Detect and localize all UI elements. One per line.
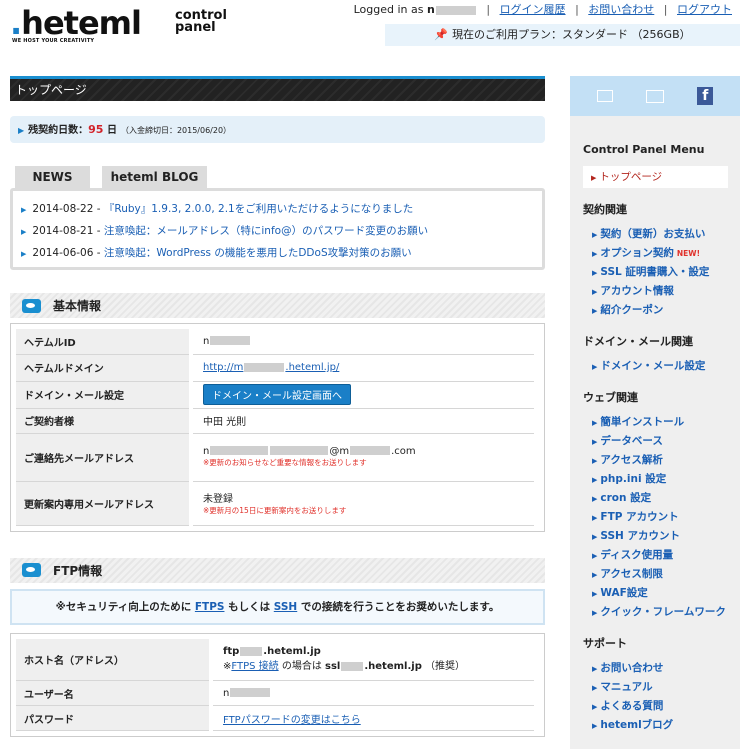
sidebar-item[interactable]: ▶ お問い合わせ [592,659,740,678]
basic-info-table-wrap: ヘテムルID n ヘテムルドメイン http://m .heteml.jp/ ドメイン… [10,323,545,532]
sidebar-item[interactable]: ▶ 簡単インストール [592,413,740,432]
login-history-link[interactable]: ログイン履歴 [500,3,566,16]
sidebar-group-support: サポート ▶ お問い合わせ ▶ マニュアル ▶ よくある質問 ▶ hetemlブログ [570,635,740,735]
news-link[interactable]: 注意喚起：メールアドレス（特にinfo@）のパスワード変更のお願い [104,225,428,237]
logout-link[interactable]: ログアウト [677,3,732,16]
table-row: ホスト名（アドレス） ftp .heteml.jp ※FTPS 接続 の場合は s… [16,638,534,681]
sidebar-item[interactable]: ▶ 契約（更新）お支払い [592,225,740,244]
table-row: ドメイン・メール設定 ドメイン・メール設定画面へ [16,381,534,409]
news-item: ▶ 2014-06-06 - 注意喚起：WordPress の機能を悪用したDDo… [21,247,412,259]
facebook-icon[interactable]: f [697,87,714,105]
ftps-connection-link[interactable]: FTPS 接続 [231,661,278,672]
tab-news[interactable]: NEWS [15,166,90,188]
ftp-password-link[interactable]: FTPパスワードの変更はこちら [223,715,361,726]
sidebar-group-domain-mail: ドメイン・メール関連 ▶ ドメイン・メール設定 [570,333,740,376]
renew-note: ※更新月の15日に更新案内をお送りします [203,505,347,515]
sidebar-item[interactable]: ▶ hetemlブログ [592,716,740,735]
ftp-info-table-wrap: ホスト名（アドレス） ftp .heteml.jp ※FTPS 接続 の場合は s… [10,632,545,737]
plan-banner: 📌 現在のご利用プラン：スタンダード （256GB） [385,24,740,46]
speech-bubble-icon [22,563,41,577]
news-link[interactable]: 『Ruby』1.9.3, 2.0.0, 2.1をご利用いただけるようになりました [104,203,413,215]
tab-heteml-blog[interactable]: heteml BLOG [102,166,207,188]
top-nav: Logged in as n | ログイン履歴 | お問い合わせ | ログアウト [353,3,732,16]
main-content: トップページ ▶ 残契約日数：95 日（入金締切日：2015/06/20） NEW… [10,76,545,737]
ftp-info-table: ホスト名（アドレス） ftp .heteml.jp ※FTPS 接続 の場合は s… [16,638,534,731]
sidebar-item[interactable]: ▶ FTP アカウント [592,508,740,527]
domain-link[interactable]: http://m .heteml.jp/ [203,362,339,373]
sidebar-item[interactable]: ▶ ドメイン・メール設定 [592,357,740,376]
contact-link[interactable]: お問い合わせ [588,3,654,16]
ssh-link[interactable]: SSH [274,601,297,613]
logged-in-user: n [427,3,477,16]
sidebar-item[interactable]: ▶ マニュアル [592,678,740,697]
sidebar-item[interactable]: ▶ ディスク使用量 [592,546,740,565]
sidebar-item-top-page[interactable]: ▶ トップページ [583,166,728,188]
remaining-days-bar: ▶ 残契約日数：95 日（入金締切日：2015/06/20） [10,116,545,143]
basic-info-header: 基本情報 [10,293,545,318]
sidebar-item[interactable]: ▶ クイック・フレームワーク [592,603,740,622]
sidebar-item[interactable]: ▶ SSH アカウント [592,527,740,546]
table-row: ヘテムルドメイン http://m .heteml.jp/ [16,354,534,382]
sidebar-item[interactable]: ▶ WAF設定 [592,584,740,603]
sidebar-item[interactable]: ▶ SSL 証明書購入・設定 [592,263,740,282]
sidebar-item[interactable]: ▶ cron 設定 [592,489,740,508]
sidebar-group-web: ウェブ関連 ▶ 簡単インストール ▶ データベース ▶ アクセス解析 ▶ php.ini… [570,389,740,622]
logo-tagline: WE HOST YOUR CREATIVITY [12,38,95,44]
logo-wordmark: .heteml [10,4,142,42]
page-title: トップページ [10,76,545,101]
sidebar-icon-bar: f [570,76,740,116]
table-row: 更新案内専用メールアドレス 未登録 ※更新月の15日に更新案内をお送りします [16,481,534,526]
table-row: ユーザー名 n [16,680,534,706]
sidebar-item[interactable]: ▶ よくある質問 [592,697,740,716]
domain-mail-settings-button[interactable]: ドメイン・メール設定画面へ [203,384,351,405]
logo-control-panel: control panel [175,8,227,35]
arrow-right-icon: ▶ [18,126,25,135]
news-panel: NEWS heteml BLOG ▶ 2014-08-22 - 『Ruby』1.9… [10,166,545,270]
ftps-link[interactable]: FTPS [195,601,225,613]
news-item: ▶ 2014-08-21 - 注意喚起：メールアドレス（特にinfo@）のパスワー… [21,225,429,237]
speech-bubble-icon [22,298,41,313]
sidebar-item[interactable]: ▶ アクセス解析 [592,451,740,470]
sidebar-item[interactable]: ▶ オプション契約 NEW! [592,244,740,263]
new-badge: NEW! [676,249,700,258]
sidebar-item[interactable]: ▶ アカウント情報 [592,282,740,301]
news-item: ▶ 2014-08-22 - 『Ruby』1.9.3, 2.0.0, 2.1をご利… [21,203,414,215]
menu-title: Control Panel Menu [583,143,705,156]
sidebar-item[interactable]: ▶ データベース [592,432,740,451]
table-row: ご連絡先メールアドレス n @m .com ※更新のお知らせなど重要な情報をお送りします [16,433,534,482]
sidebar-item[interactable]: ▶ 紹介クーポン [592,301,740,320]
news-link[interactable]: 注意喚起：WordPress の機能を悪用したDDoS攻撃対策のお願い [104,247,412,259]
table-row: パスワード FTPパスワードの変更はこちら [16,705,534,731]
sidebar-item[interactable]: ▶ php.ini 設定 [592,470,740,489]
heteml-logo[interactable]: .heteml WE HOST YOUR CREATIVITY control p… [10,6,250,46]
email-note: ※更新のお知らせなど重要な情報をお送りします [203,457,367,467]
sidebar: f Control Panel Menu ▶ トップページ 契約関連 ▶ 契約（更新… [570,76,740,749]
table-row: ご契約者様 中田 光則 [16,408,534,434]
logged-in-label: Logged in as [353,3,424,16]
basic-info-table: ヘテムルID n ヘテムルドメイン http://m .heteml.jp/ ドメイン… [16,329,534,526]
sidebar-item[interactable]: ▶ アクセス制限 [592,565,740,584]
ftp-info-header: FTP情報 [10,557,545,583]
news-list: ▶ 2014-08-22 - 『Ruby』1.9.3, 2.0.0, 2.1をご利… [10,188,545,270]
pin-icon: 📌 [434,28,449,41]
ftp-security-note: ※セキュリティ向上のために FTPS もしくは SSH での接続を行うことをお奨… [10,588,545,625]
mail-icon[interactable] [596,90,613,102]
sidebar-group-contract: 契約関連 ▶ 契約（更新）お支払い ▶ オプション契約 NEW! ▶ SSL 証明書購入… [570,201,740,320]
folder-icon[interactable] [645,89,664,103]
table-row: ヘテムルID n [16,329,534,355]
